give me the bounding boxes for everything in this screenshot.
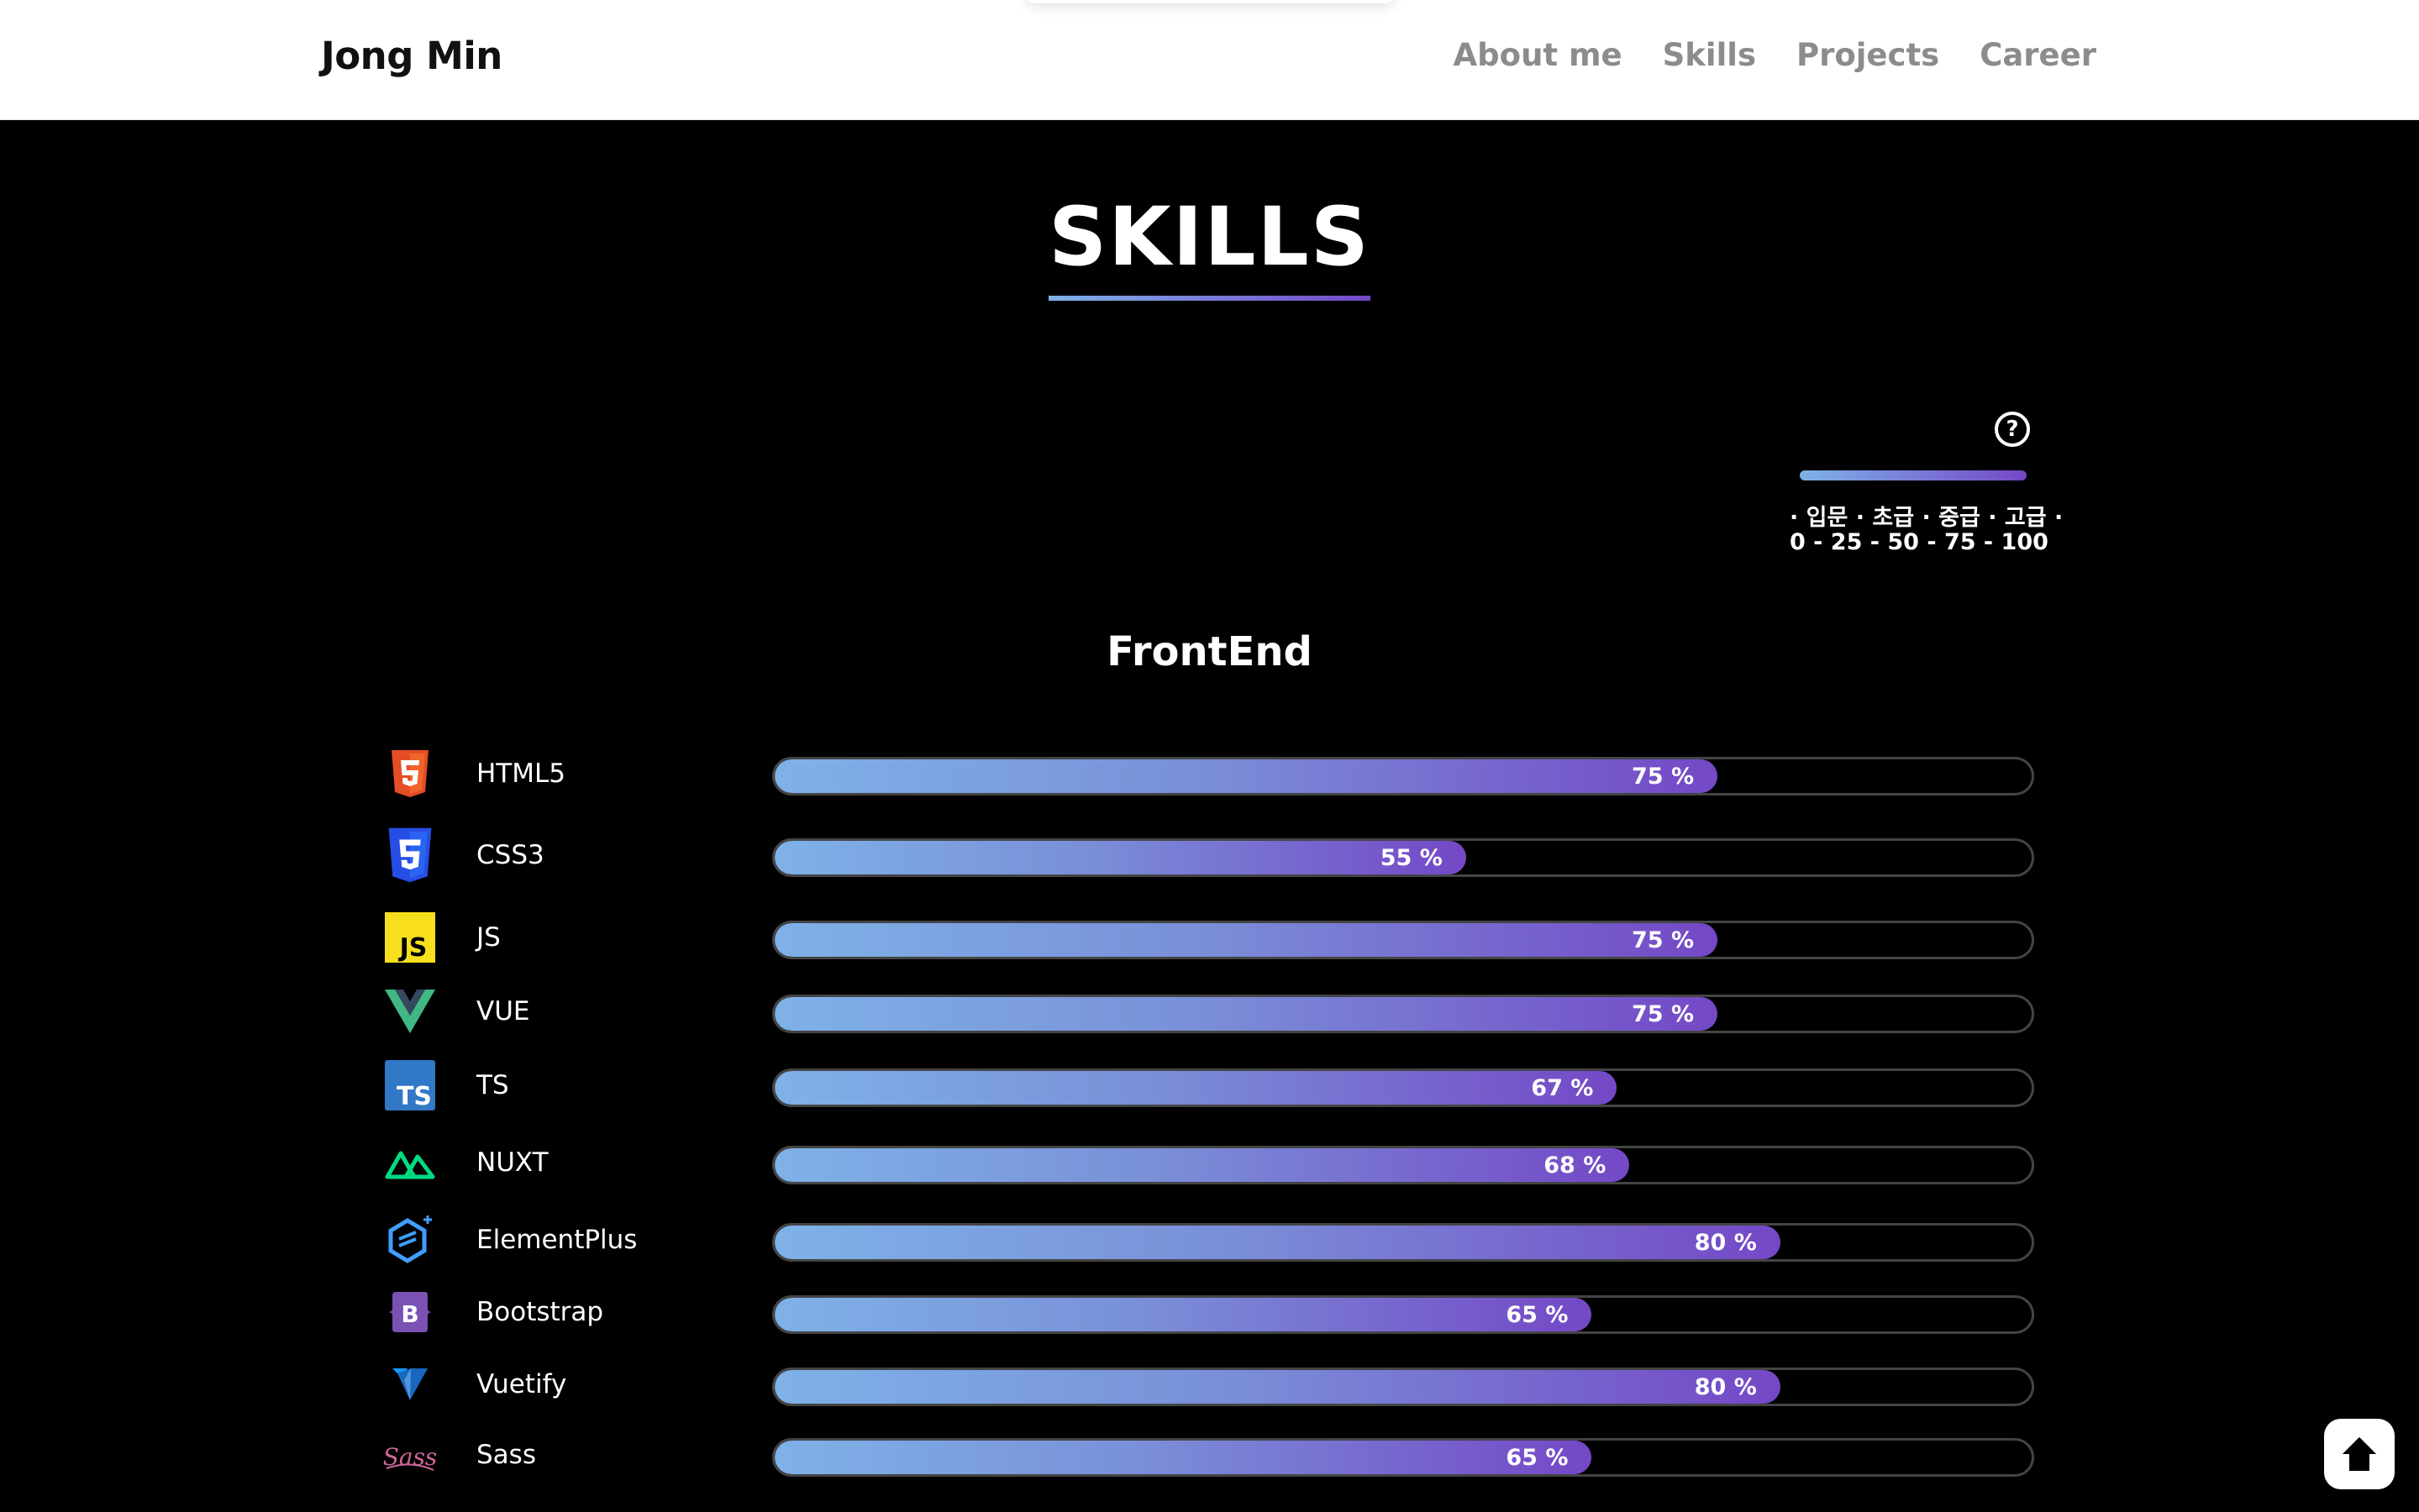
skill-value: 65 % — [1506, 1445, 1569, 1471]
header-shadow-tab — [1025, 0, 1395, 3]
skill-value: 55 % — [1380, 845, 1443, 871]
skill-bar-fill: 55 % — [775, 841, 1466, 874]
skill-bar-track: 75 % — [772, 757, 2034, 795]
skill-bar-track: 67 % — [772, 1068, 2034, 1107]
sass-icon: Sass — [382, 1430, 438, 1480]
arrow-up-icon — [2343, 1437, 2376, 1471]
skill-bar-track: 68 % — [772, 1146, 2034, 1184]
skill-row-nuxt: NUXT 68 % — [382, 1137, 2034, 1188]
skill-row-ts: TS TS 67 % — [382, 1060, 2034, 1110]
svg-text:TS: TS — [397, 1082, 432, 1110]
skill-row-vuetify: Vuetify 80 % — [382, 1359, 2034, 1410]
skill-value: 67 % — [1531, 1075, 1594, 1101]
skill-bar-fill: 75 % — [775, 759, 1717, 793]
skill-bar-fill: 65 % — [775, 1441, 1592, 1474]
skill-bar-track: 80 % — [772, 1223, 2034, 1262]
svg-text:B: B — [401, 1300, 418, 1328]
skill-bar-fill: 67 % — [775, 1071, 1617, 1105]
skills-title-wrap: SKILLS — [0, 190, 2419, 301]
vue-icon — [382, 986, 438, 1037]
skills-title: SKILLS — [1049, 190, 1370, 301]
bootstrap-icon: B — [382, 1287, 438, 1337]
skill-name: Vuetify — [476, 1369, 567, 1399]
skill-bar-fill: 75 % — [775, 923, 1717, 957]
typescript-icon: TS — [382, 1060, 438, 1110]
elementplus-icon — [382, 1215, 438, 1265]
skill-value: 75 % — [1631, 764, 1694, 790]
legend-levels: · 입문 · 초급 · 중급 · 고급 · — [1790, 505, 2064, 531]
skill-row-sass: Sass Sass 65 % — [382, 1430, 2034, 1480]
skill-row-html5: HTML5 75 % — [382, 748, 2034, 799]
site-header: Jong Min About me Skills Projects Career — [0, 0, 2419, 120]
skill-name: NUXT — [476, 1147, 549, 1178]
skill-row-elementplus: ElementPlus 80 % — [382, 1215, 2034, 1265]
svg-text:JS: JS — [398, 933, 428, 963]
skill-bar-fill: 80 % — [775, 1370, 1780, 1404]
skill-row-bootstrap: B Bootstrap 65 % — [382, 1287, 2034, 1337]
skill-name: JS — [476, 922, 501, 953]
skill-row-js: JS JS 75 % — [382, 912, 2034, 963]
skill-bar-track: 75 % — [772, 995, 2034, 1033]
skill-bar-track: 65 % — [772, 1438, 2034, 1477]
skill-bar-fill: 65 % — [775, 1298, 1592, 1331]
question-circle-icon[interactable]: ? — [1995, 412, 2030, 447]
skill-bar-fill: 75 % — [775, 997, 1717, 1031]
skill-name: Sass — [476, 1440, 536, 1470]
skill-name: TS — [476, 1070, 509, 1100]
javascript-icon: JS — [382, 912, 438, 963]
skill-value: 80 % — [1694, 1230, 1757, 1256]
section-title-frontend: FrontEnd — [1107, 628, 1312, 675]
skill-name: ElementPlus — [476, 1225, 638, 1255]
skill-name: VUE — [476, 996, 530, 1026]
skill-name: CSS3 — [476, 840, 544, 870]
skill-bar-fill: 80 % — [775, 1226, 1780, 1259]
vuetify-icon — [382, 1359, 438, 1410]
html5-icon — [382, 748, 438, 799]
skill-value: 65 % — [1506, 1302, 1569, 1328]
skill-value: 68 % — [1543, 1152, 1607, 1179]
nav-career[interactable]: Career — [1980, 37, 2096, 73]
scroll-top-button[interactable] — [2324, 1419, 2395, 1489]
brand-logo[interactable]: Jong Min — [321, 34, 502, 78]
skill-bar-track: 65 % — [772, 1295, 2034, 1334]
skill-name: HTML5 — [476, 759, 565, 789]
skill-bar-track: 80 % — [772, 1368, 2034, 1406]
skill-row-vue: VUE 75 % — [382, 986, 2034, 1037]
skill-name: Bootstrap — [476, 1297, 604, 1327]
css3-icon — [382, 827, 438, 883]
nav-about-me[interactable]: About me — [1454, 37, 1622, 73]
skill-bar-track: 55 % — [772, 838, 2034, 877]
skill-value: 75 % — [1631, 927, 1694, 953]
legend-gradient-bar — [1800, 470, 2027, 480]
skill-row-css3: CSS3 55 % — [382, 827, 2034, 883]
skill-bar-track: 75 % — [772, 921, 2034, 959]
legend-scale: 0 - 25 - 50 - 75 - 100 — [1790, 529, 2048, 555]
main-nav: About me Skills Projects Career — [1454, 37, 2096, 73]
nuxt-icon — [382, 1137, 438, 1188]
nav-skills[interactable]: Skills — [1663, 37, 1756, 73]
skill-bar-fill: 68 % — [775, 1148, 1630, 1182]
skill-value: 80 % — [1694, 1374, 1757, 1400]
skill-value: 75 % — [1631, 1001, 1694, 1027]
nav-projects[interactable]: Projects — [1796, 37, 1939, 73]
